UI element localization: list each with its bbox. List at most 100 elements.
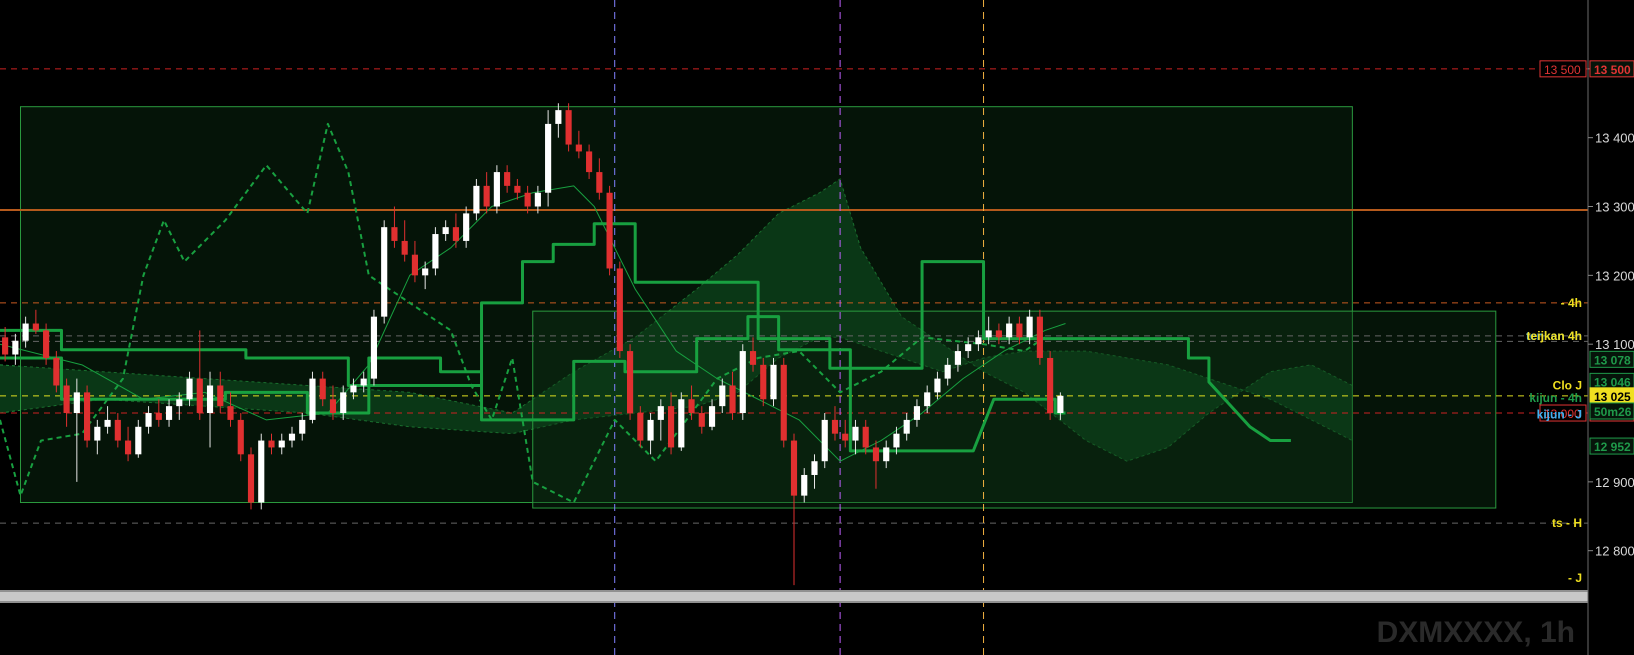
candle-body (227, 406, 234, 420)
candle-body (63, 385, 70, 414)
candle-body (493, 172, 500, 207)
chart-canvas: 13 500 13 400 13 300 13 200 13 100 12 900 12 8… (0, 0, 1634, 655)
candle-body (165, 406, 173, 420)
candle-body (43, 330, 50, 358)
price-badge-label: 50m26 (1594, 405, 1632, 419)
candle-body (155, 413, 162, 420)
candle-body (903, 419, 910, 434)
candle-body (770, 364, 777, 400)
candle-body (483, 185, 490, 207)
candle-body (995, 330, 1002, 338)
candle-body (145, 413, 152, 427)
candle-body (360, 378, 367, 386)
candle-body (739, 351, 746, 414)
level-label: ts - H (1552, 516, 1582, 530)
candle-body (688, 399, 695, 414)
level-label: kijun - J (1537, 407, 1582, 421)
candle-body (760, 364, 767, 400)
candle-body (934, 378, 941, 393)
level-label: - J (1568, 571, 1582, 585)
candle-body (647, 419, 654, 441)
candle-body (53, 357, 60, 386)
candle-body (1016, 323, 1023, 338)
axis-tick-label: 12 800 (1595, 544, 1634, 559)
watermark: DXMXXXX, 1h (1377, 616, 1575, 649)
candle-body (196, 378, 203, 414)
candle-body (790, 440, 798, 496)
candle-body (606, 192, 613, 269)
candle-body (821, 419, 828, 462)
axis-tick-label: 12 900 (1595, 475, 1634, 490)
candle-body (1036, 316, 1043, 358)
candle-body (401, 240, 408, 255)
candle-body (258, 440, 265, 503)
candle-body (432, 234, 439, 269)
candle-body (217, 385, 224, 407)
candle-body (627, 351, 634, 414)
range-box (532, 310, 1497, 509)
candle-body (729, 385, 736, 414)
candle-body (749, 351, 757, 365)
candle-body (575, 144, 582, 152)
candle-body (698, 413, 705, 427)
price-badge-label: 13 500 (1594, 63, 1631, 77)
candle-body (872, 447, 880, 462)
candle-body (2, 337, 9, 355)
candle-body (975, 337, 982, 345)
price-badge-label: 13 025 (1594, 390, 1631, 404)
candle-body (545, 123, 552, 193)
candle-body (94, 426, 101, 441)
candle-body (965, 344, 972, 352)
candle-body (12, 340, 19, 355)
candle-body (473, 185, 480, 214)
candle-body (1047, 357, 1054, 414)
candle-body (534, 192, 541, 207)
candle-body (135, 426, 142, 455)
candle-body (555, 110, 562, 124)
candle-body (852, 426, 859, 441)
level-label: teijkan 4h (1527, 329, 1582, 343)
candle-body (176, 399, 183, 407)
candle-body (278, 440, 285, 448)
candle-body (206, 385, 214, 414)
candle-body (678, 399, 685, 448)
candle-body (944, 364, 951, 379)
candle-body (862, 426, 869, 448)
level-badge-label: 13 500 (1544, 63, 1581, 77)
candle-body (186, 378, 193, 400)
candle-body (340, 392, 347, 414)
candle-body (1026, 316, 1033, 338)
candle-body (883, 447, 890, 462)
candle-body (913, 406, 921, 420)
candle-body (657, 406, 664, 420)
candle-body (329, 399, 337, 414)
time-scale-strip-inner (0, 592, 1588, 601)
candle-body (237, 419, 244, 455)
candle-body (637, 413, 644, 441)
time-scale-bar (0, 590, 1588, 603)
candle-body (309, 378, 316, 420)
candle-body (596, 172, 603, 193)
candle-body (565, 110, 572, 145)
candle-body (924, 392, 931, 407)
candle-body (22, 323, 29, 341)
candle-body (1057, 395, 1064, 414)
level-label: - 4h (1561, 296, 1582, 310)
candle-body (299, 419, 306, 434)
candle-body (616, 268, 623, 352)
axis-tick-label: 13 400 (1595, 131, 1634, 146)
candle-body (954, 351, 961, 365)
candle-body (667, 406, 675, 448)
axis-tick-label: 13 300 (1595, 200, 1634, 215)
candle-body (411, 254, 419, 276)
candle-body (463, 213, 470, 241)
candle-body (32, 323, 39, 331)
candle-body (422, 268, 429, 276)
candle-body (114, 419, 121, 441)
level-label: kijun - 4h (1529, 391, 1582, 405)
candle-body (370, 316, 378, 379)
axis-tick-label: 13 200 (1595, 268, 1634, 283)
axis-tick-label: 13 100 (1595, 337, 1634, 352)
candle-body (524, 192, 531, 207)
candle-body (452, 227, 459, 241)
